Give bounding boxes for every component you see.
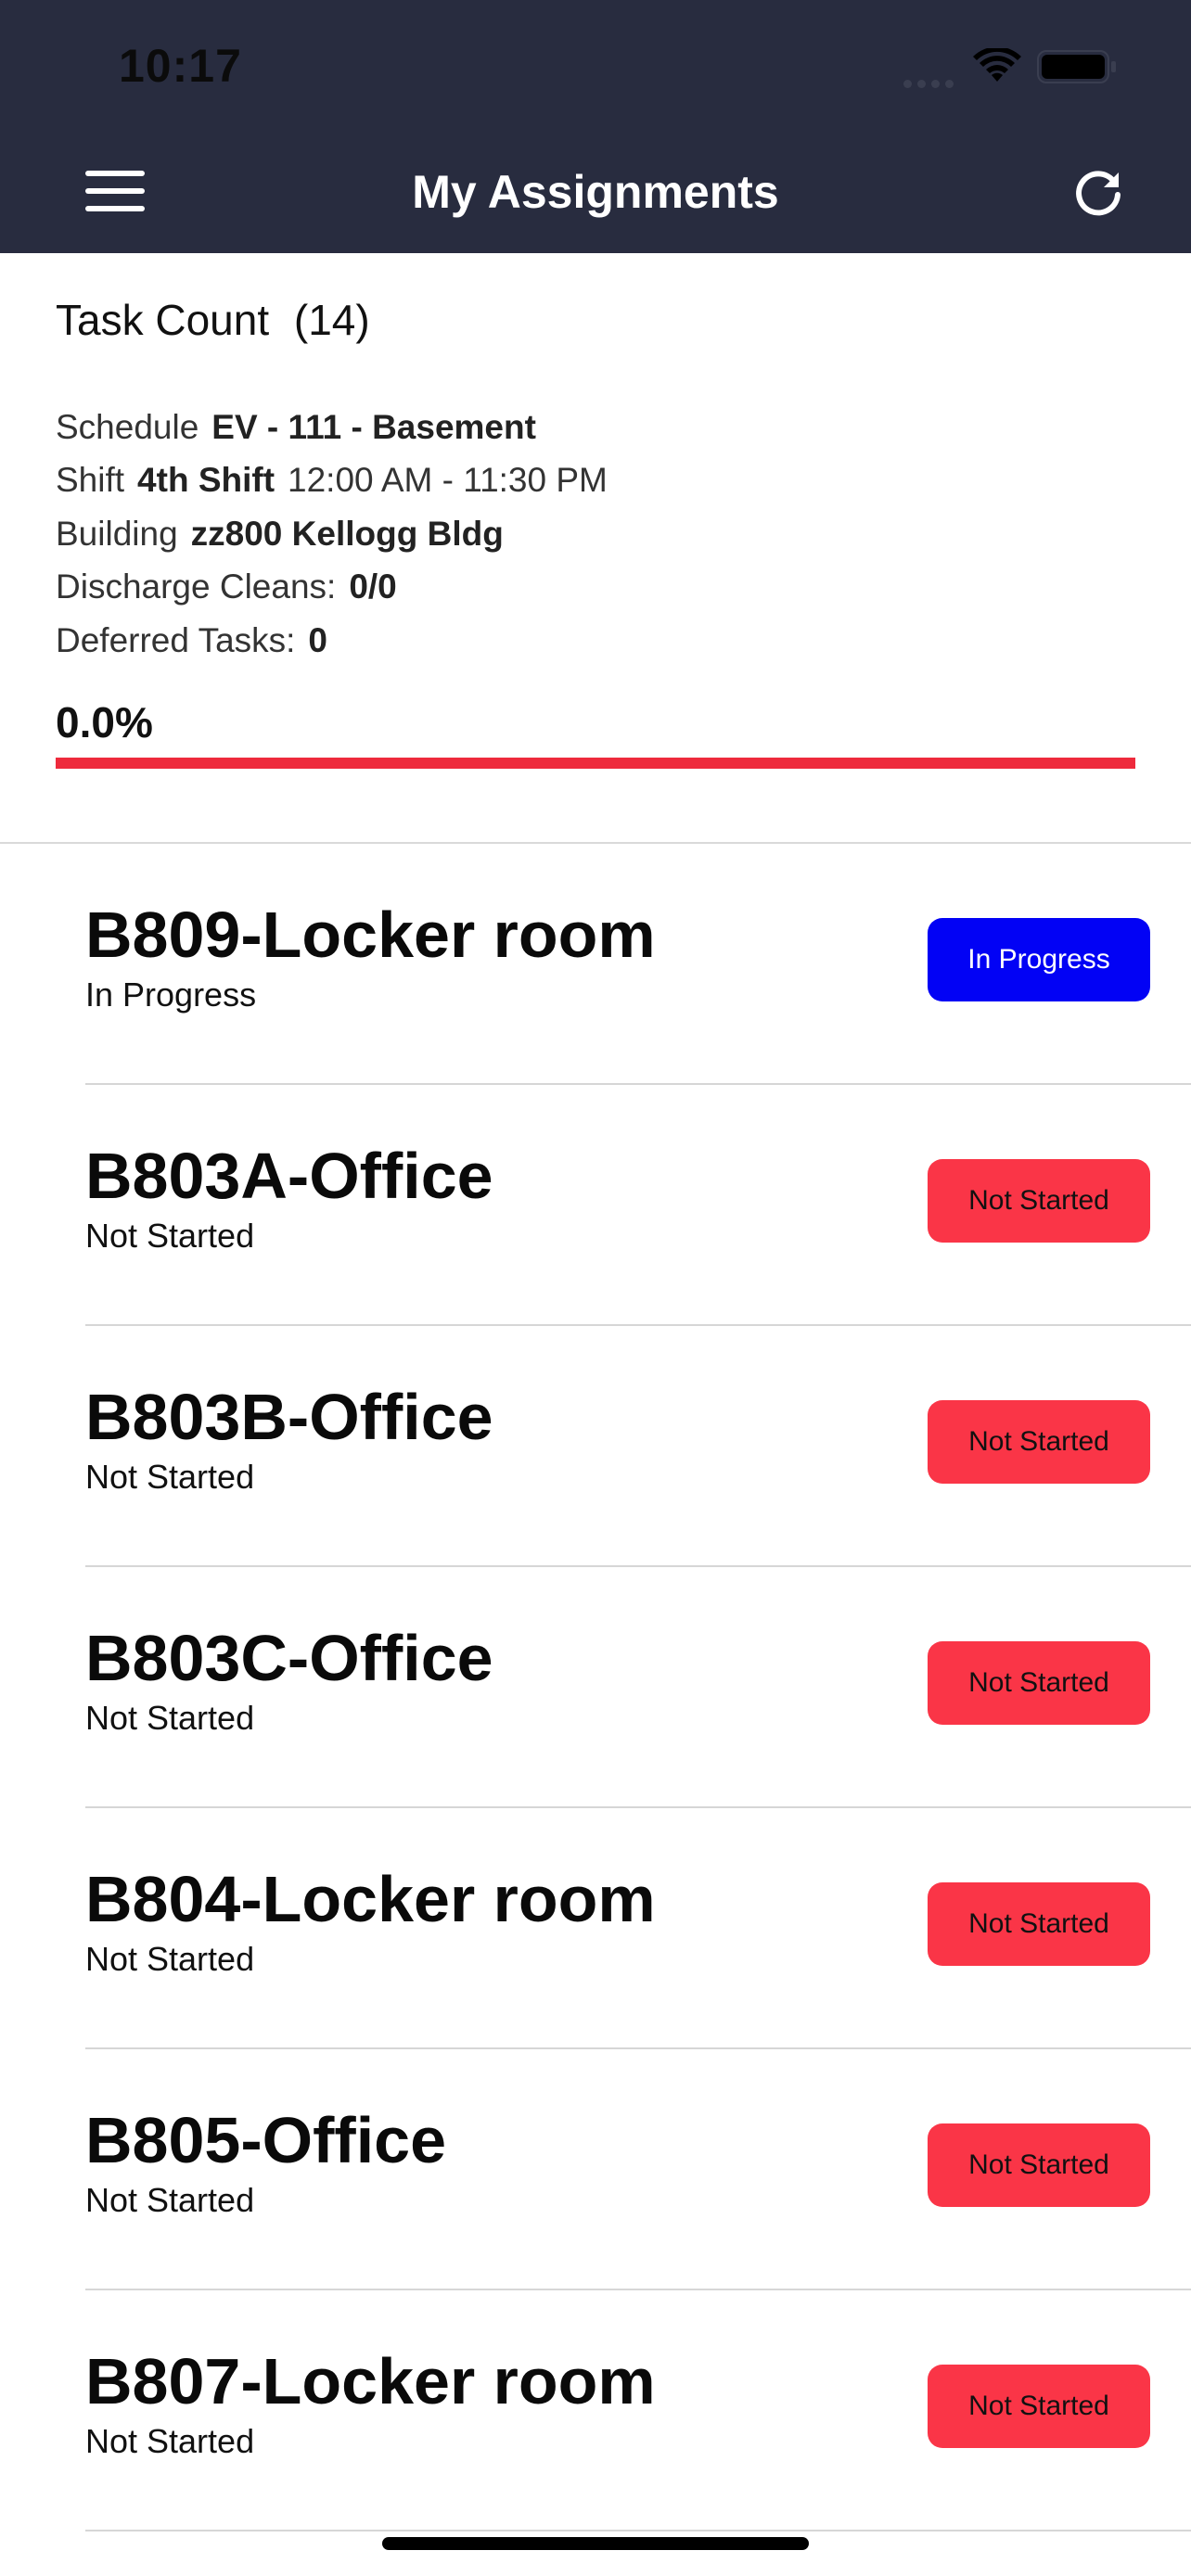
shift-hours: 12:00 AM - 11:30 PM: [288, 461, 608, 499]
in-progress-button[interactable]: In Progress: [928, 918, 1150, 1001]
not-started-button[interactable]: Not Started: [928, 1882, 1150, 1966]
list-item[interactable]: B803C-Office Not Started Not Started: [0, 1567, 1191, 1808]
list-item[interactable]: B803A-Office Not Started Not Started: [0, 1085, 1191, 1326]
progress-percent: 0.0%: [56, 698, 153, 746]
task-count: Task Count (14): [56, 295, 370, 345]
battery-icon: [1037, 48, 1117, 90]
shift-value: 4th Shift: [137, 461, 275, 499]
not-started-button[interactable]: Not Started: [928, 1159, 1150, 1243]
discharge-row: Discharge Cleans: 0/0: [56, 567, 397, 606]
not-started-button[interactable]: Not Started: [928, 1400, 1150, 1484]
assignment-status: In Progress: [85, 976, 257, 1014]
assignment-status: Not Started: [85, 1699, 255, 1737]
schedule-row: Schedule EV - 111 - Basement: [56, 408, 536, 447]
assignment-status: Not Started: [85, 1458, 255, 1496]
deferred-row: Deferred Tasks: 0: [56, 621, 327, 660]
home-indicator[interactable]: [382, 2537, 809, 2550]
shift-row: Shift 4th Shift 12:00 AM - 11:30 PM: [56, 461, 608, 500]
list-item[interactable]: B809-Locker room In Progress In Progress: [0, 844, 1191, 1085]
not-started-button[interactable]: Not Started: [928, 1641, 1150, 1725]
assignment-status: Not Started: [85, 1940, 255, 1978]
list-item[interactable]: B804-Locker room Not Started Not Started: [0, 1808, 1191, 2049]
refresh-icon[interactable]: [1072, 167, 1124, 219]
list-item[interactable]: B805-Office Not Started Not Started: [0, 2049, 1191, 2290]
shift-label: Shift: [56, 461, 125, 499]
signal-icon: [903, 76, 959, 93]
deferred-label: Deferred Tasks:: [56, 621, 296, 659]
progress-bar: [56, 758, 1135, 769]
building-label: Building: [56, 515, 178, 553]
discharge-value: 0/0: [349, 567, 397, 606]
building-row: Building zz800 Kellogg Bldg: [56, 515, 504, 554]
building-value: zz800 Kellogg Bldg: [190, 515, 504, 553]
not-started-button[interactable]: Not Started: [928, 2123, 1150, 2207]
status-time: 10:17: [119, 40, 242, 92]
wifi-icon: [972, 46, 1022, 90]
assignment-title: B809-Locker room: [85, 899, 656, 971]
assignment-status: Not Started: [85, 2422, 255, 2460]
assignment-title: B803C-Office: [85, 1622, 493, 1694]
assignment-title: B805-Office: [85, 2104, 447, 2176]
list-item[interactable]: B803B-Office Not Started Not Started: [0, 1326, 1191, 1567]
task-count-label: Task Count: [56, 296, 270, 344]
list-item[interactable]: B807-Locker room Not Started Not Started: [0, 2290, 1191, 2531]
schedule-value: EV - 111 - Basement: [211, 408, 536, 446]
discharge-label: Discharge Cleans:: [56, 567, 337, 606]
navigation-header: 10:17 My Assignments: [0, 0, 1191, 253]
assignment-list: B809-Locker room In Progress In Progress…: [0, 844, 1191, 2531]
assignment-status: Not Started: [85, 2181, 255, 2219]
assignment-title: B804-Locker room: [85, 1863, 656, 1935]
assignment-title: B803A-Office: [85, 1140, 493, 1212]
assignment-title: B803B-Office: [85, 1381, 493, 1453]
not-started-button[interactable]: Not Started: [928, 2365, 1150, 2448]
deferred-value: 0: [308, 621, 327, 659]
assignment-title: B807-Locker room: [85, 2345, 656, 2417]
schedule-label: Schedule: [56, 408, 199, 446]
list-divider: [85, 2530, 1191, 2531]
assignment-status: Not Started: [85, 1217, 255, 1255]
page-title: My Assignments: [412, 166, 779, 218]
task-count-value: (14): [293, 296, 370, 344]
